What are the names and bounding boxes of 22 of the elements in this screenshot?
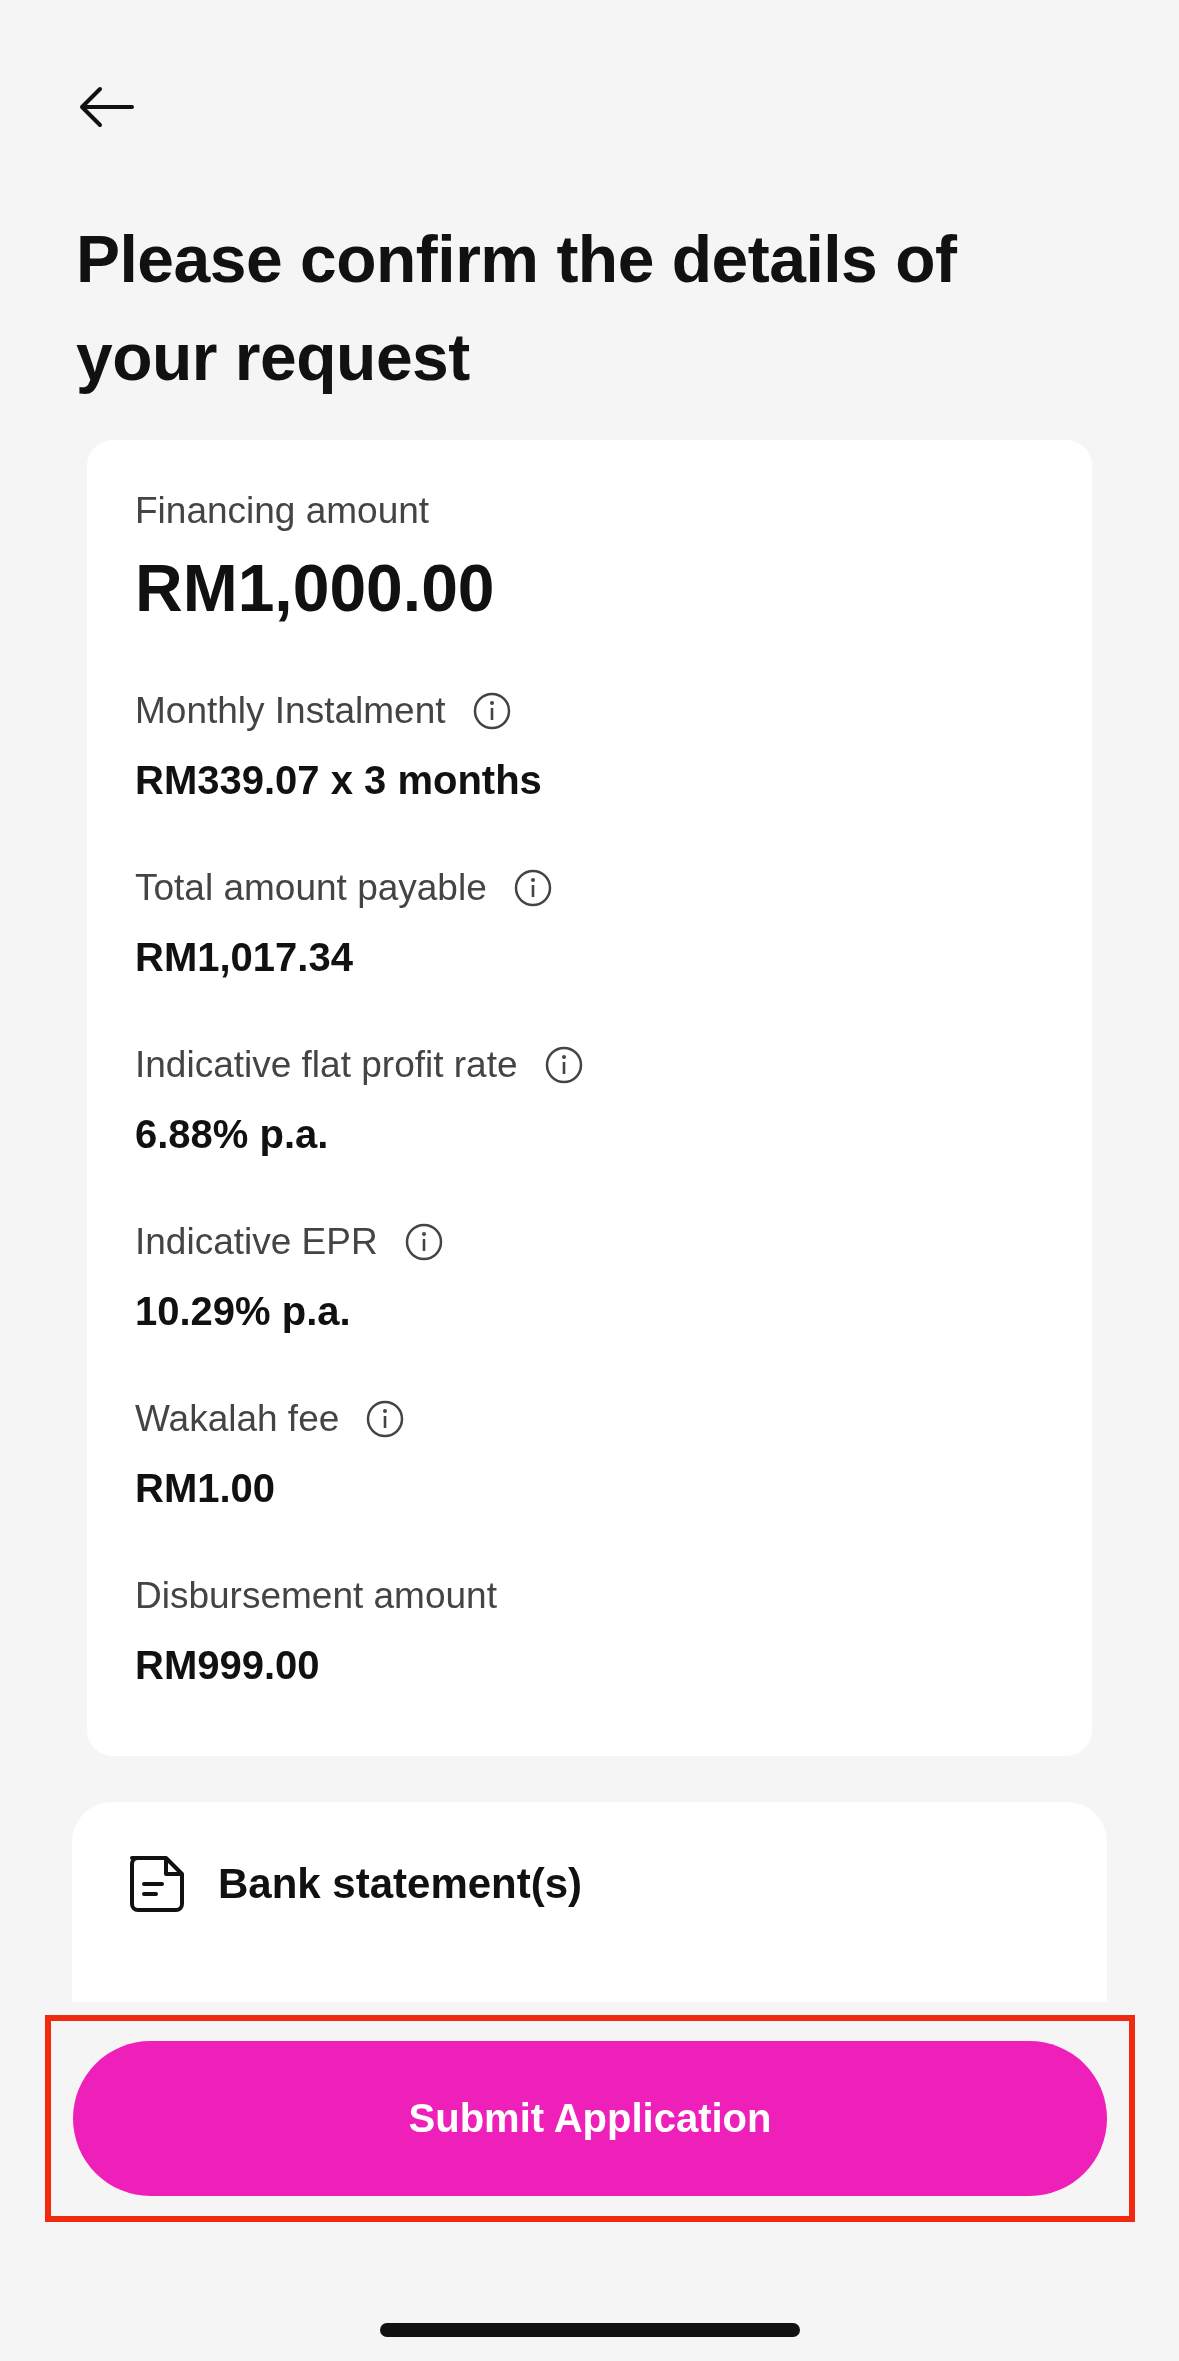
detail-label: Monthly Instalment <box>135 690 446 732</box>
page-title: Please confirm the details of your request <box>76 221 958 396</box>
detail-label: Disbursement amount <box>135 1575 497 1617</box>
info-icon[interactable] <box>403 1222 444 1262</box>
detail-value: 10.29% p.a. <box>135 1289 352 1334</box>
detail-label: Indicative EPR <box>135 1221 378 1263</box>
detail-value: RM339.07 x 3 months <box>135 758 543 803</box>
detail-label: Wakalah fee <box>135 1398 340 1440</box>
submit-button[interactable]: Submit Application <box>73 2041 1107 2196</box>
detail-value: RM1,017.34 <box>135 935 354 980</box>
amount-label: Financing amount <box>135 490 431 532</box>
info-icon[interactable] <box>512 868 553 908</box>
amount-value: RM1,000.00 <box>135 550 496 626</box>
detail-value: RM999.00 <box>135 1643 321 1688</box>
detail-label: Indicative flat profit rate <box>135 1044 518 1086</box>
info-icon[interactable] <box>365 1399 406 1439</box>
detail-label: Total amount payable <box>135 867 487 909</box>
detail-value: 6.88% p.a. <box>135 1112 330 1157</box>
info-icon[interactable] <box>471 691 512 731</box>
document-title: Bank statement(s) <box>218 1860 583 1908</box>
detail-value: RM1.00 <box>135 1466 277 1511</box>
info-icon[interactable] <box>543 1045 584 1085</box>
